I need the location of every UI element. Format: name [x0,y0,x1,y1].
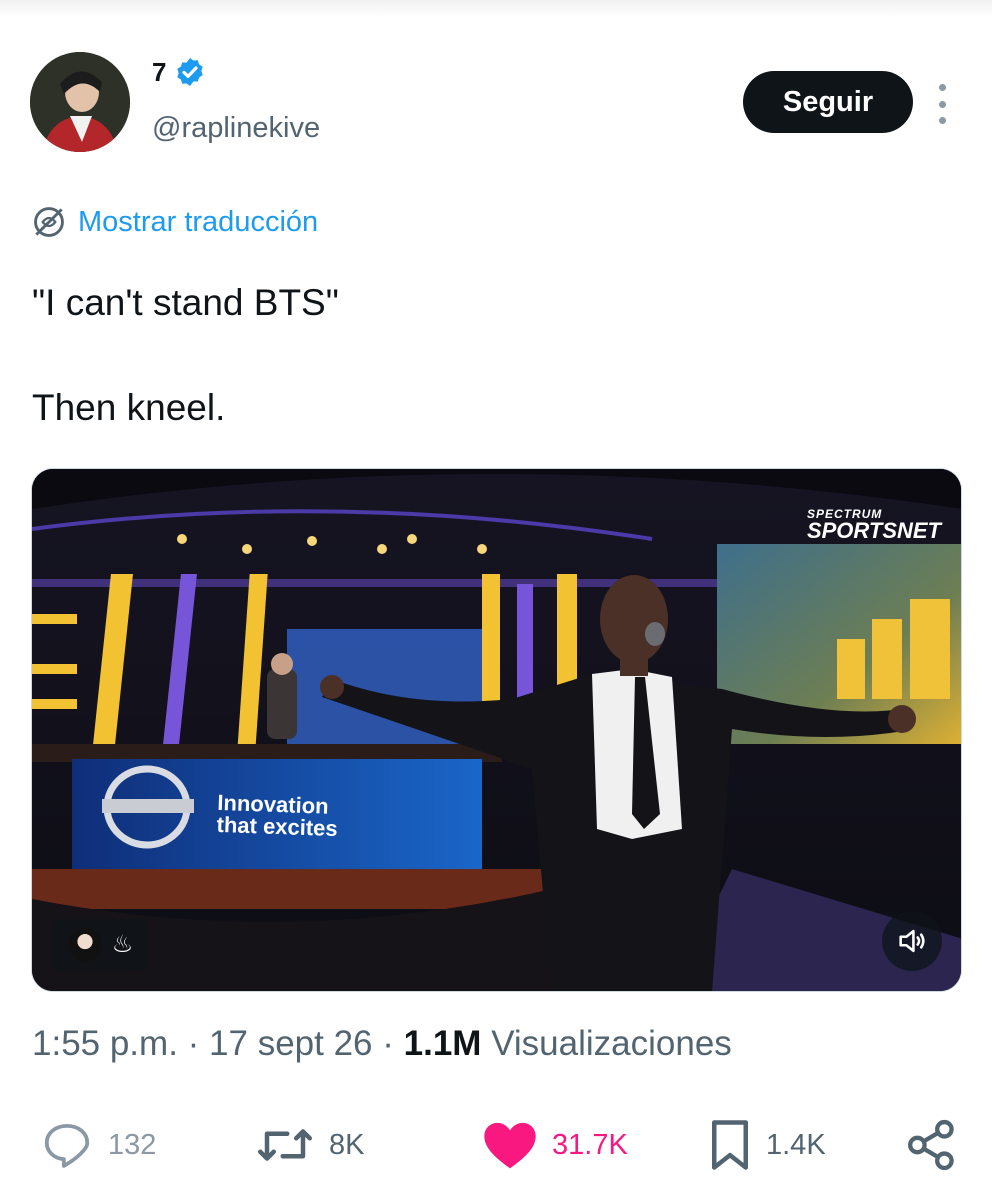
reply-icon [44,1123,90,1168]
meta-separator: · [382,1024,394,1063]
bookmark-button[interactable]: 1.4K [708,1110,826,1180]
video-creator-badge[interactable]: ♨ [52,919,149,971]
share-button[interactable] [905,1110,959,1180]
retweet-count: 8K [329,1128,365,1161]
volume-button[interactable] [882,911,942,971]
bookmark-count: 1.4K [766,1128,826,1161]
video-player[interactable]: SPECTRUM SPORTSNET Innovation that excit… [31,468,962,992]
retweet-icon [258,1129,312,1161]
speaker-muted-icon [899,929,925,953]
creator-mini-avatar [67,928,102,962]
views-label: Visualizaciones [491,1024,732,1063]
reply-button[interactable]: 132 [40,1110,156,1180]
top-edge [0,0,992,18]
author-avatar[interactable] [30,52,130,152]
like-count: 31.7K [552,1128,628,1161]
heart-icon [484,1122,536,1169]
verified-badge-icon [177,58,204,86]
meta-separator: · [187,1024,200,1063]
like-button[interactable]: 31.7K [482,1110,628,1180]
retweet-button[interactable]: 8K [255,1110,364,1180]
follow-button[interactable]: Seguir [743,71,913,133]
tweet-text: "I can't stand BTS" Then kneel. [32,280,952,430]
more-options-icon[interactable] [928,84,956,124]
video-frame [32,469,961,991]
tweet-line-1: "I can't stand BTS" [32,282,339,323]
share-icon [908,1119,954,1171]
tweet-date[interactable]: 17 sept 26 [209,1024,372,1063]
tweet-meta: 1:55 p.m. · 17 sept 26 · 1.1M Visualizac… [32,1024,732,1064]
action-bar: 132 8K 31.7K 1.4K [0,1110,992,1180]
show-translation-link[interactable]: Mostrar traducción [30,203,318,241]
desk-slogan: Innovation that excites [216,790,339,842]
channel-logo-bottom: SPORTSNET [806,518,941,543]
author-name-row: 7 [152,56,206,88]
tweet-time[interactable]: 1:55 p.m. [32,1024,178,1063]
author-handle[interactable]: @raplinekive [152,112,320,145]
globe-icon [34,207,64,237]
show-translation-label: Mostrar traducción [78,205,319,238]
tweet-line-2: Then kneel. [32,387,226,428]
author-display-name[interactable]: 7 [152,57,166,88]
desk-slogan-line-2: that excites [216,811,339,842]
views-count: 1.1M [403,1024,482,1063]
bookmark-icon [712,1120,748,1170]
channel-logo: SPECTRUM SPORTSNET [807,507,941,544]
hot-springs-icon: ♨ [111,931,134,958]
reply-count: 132 [108,1128,157,1161]
